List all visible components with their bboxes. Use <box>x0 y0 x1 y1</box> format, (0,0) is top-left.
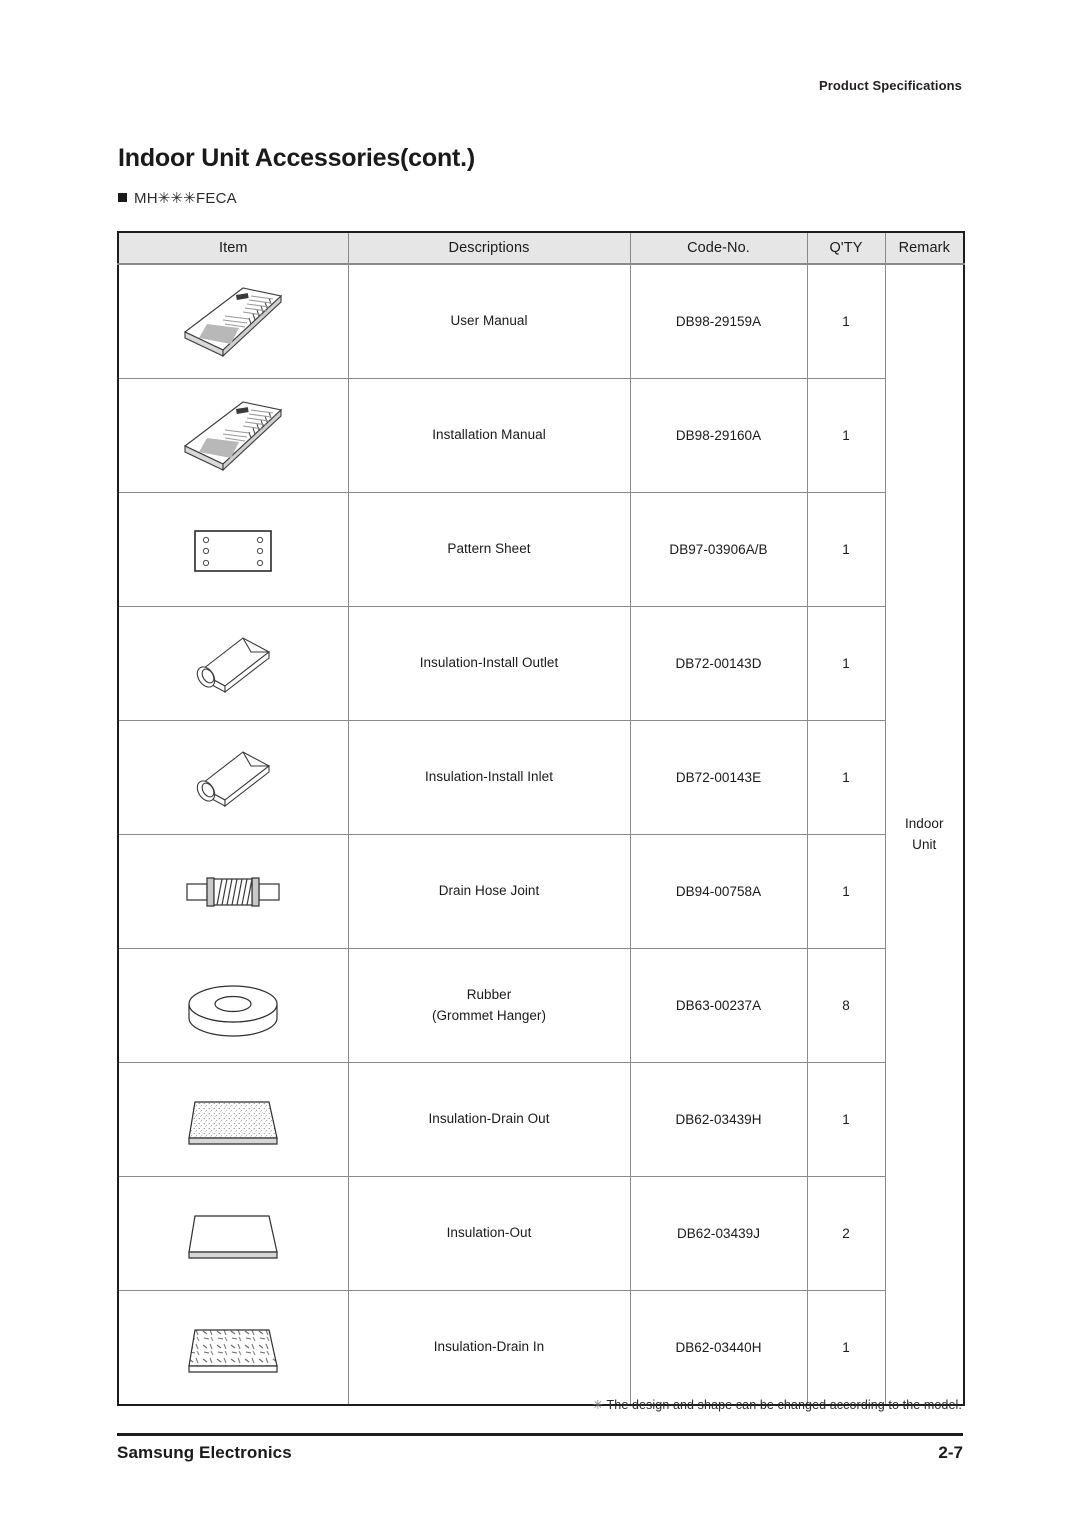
footer-brand: Samsung Electronics <box>117 1443 292 1462</box>
cell-descriptions: Insulation-Drain Out <box>348 1062 631 1177</box>
footnote: ✳ The design and shape can be changed ac… <box>593 1397 962 1412</box>
cell-item <box>118 1290 349 1405</box>
cell-qty: 1 <box>807 834 886 949</box>
cell-item <box>118 378 349 493</box>
insulation-tube-icon <box>119 607 348 720</box>
filled-square-bullet-icon <box>118 193 127 202</box>
footer-page-number: 2-7 <box>938 1443 963 1462</box>
column-header-item: Item <box>118 232 349 265</box>
description-text: Installation Manual <box>432 427 546 443</box>
accessories-table: Item Descriptions Code-No. Q'TY Remark U… <box>117 231 965 1406</box>
table-row: Installation Manual DB98-29160A 1 <box>118 378 964 493</box>
table-row: Insulation-Install Inlet DB72-00143E 1 <box>118 720 964 835</box>
cell-qty: 1 <box>807 1290 886 1405</box>
drain-hose-joint-icon <box>119 835 348 948</box>
cell-item <box>118 492 349 607</box>
cell-qty: 1 <box>807 720 886 835</box>
description-text-line2: (Grommet Hanger) <box>431 1007 547 1023</box>
description-text: Insulation-Install Inlet <box>424 769 554 785</box>
cell-code-no: DB97-03906A/B <box>630 492 808 607</box>
cell-code-no: DB63-00237A <box>630 948 808 1063</box>
remark-line-1: Indoor <box>904 815 944 831</box>
cell-descriptions: Pattern Sheet <box>348 492 631 607</box>
table-row: User Manual DB98-29159A 1 Indoor Unit <box>118 264 964 1406</box>
accessories-table-wrapper: Item Descriptions Code-No. Q'TY Remark U… <box>117 231 965 1406</box>
table-header-row: Item Descriptions Code-No. Q'TY Remark <box>118 232 964 265</box>
table-row: Insulation-Drain In DB62-03440H 1 <box>118 1290 964 1405</box>
cell-descriptions: Insulation-Out <box>348 1176 631 1291</box>
column-header-descriptions: Descriptions <box>348 232 631 265</box>
insulation-tube-icon <box>119 721 348 834</box>
page-footer: Samsung Electronics 2-7 <box>117 1443 963 1463</box>
description-text: Rubber <box>466 986 512 1002</box>
cell-code-no: DB62-03439H <box>630 1062 808 1177</box>
cell-item <box>118 948 349 1063</box>
cell-descriptions: Drain Hose Joint <box>348 834 631 949</box>
column-header-qty: Q'TY <box>807 232 886 265</box>
description-text: Drain Hose Joint <box>438 883 540 899</box>
cell-code-no: DB62-03440H <box>630 1290 808 1405</box>
cell-qty: 1 <box>807 378 886 493</box>
cell-descriptions: User Manual <box>348 264 631 379</box>
running-header: Product Specifications <box>818 78 962 93</box>
remark-line-2: Unit <box>912 836 937 852</box>
description-text: Insulation-Out <box>446 1225 532 1241</box>
page-title: Indoor Unit Accessories(cont.) <box>118 144 476 172</box>
title-block: Indoor Unit Accessories(cont.) MH✳✳✳FECA <box>118 144 978 207</box>
footer-divider <box>117 1433 963 1436</box>
cell-qty: 8 <box>807 948 886 1063</box>
cell-item <box>118 1062 349 1177</box>
column-header-code-no: Code-No. <box>630 232 808 265</box>
description-text: Insulation-Drain In <box>433 1339 545 1355</box>
description-text: Insulation-Drain Out <box>428 1111 550 1127</box>
asterisk-icon: ✳ <box>592 1398 604 1412</box>
cell-item <box>118 720 349 835</box>
table-row: Pattern Sheet DB97-03906A/B 1 <box>118 492 964 607</box>
booklet-manual-icon <box>119 265 348 378</box>
pattern-sheet-icon <box>119 493 348 606</box>
model-line: MH✳✳✳FECA <box>118 189 978 207</box>
cell-descriptions: Insulation-Drain In <box>348 1290 631 1405</box>
rubber-grommet-icon <box>119 949 348 1062</box>
cell-code-no: DB94-00758A <box>630 834 808 949</box>
cell-item <box>118 1176 349 1291</box>
cell-qty: 1 <box>807 264 886 379</box>
column-header-remark: Remark <box>885 232 964 265</box>
cell-descriptions: Rubber (Grommet Hanger) <box>348 948 631 1063</box>
table-row: Rubber (Grommet Hanger) DB63-00237A 8 <box>118 948 964 1063</box>
cell-qty: 2 <box>807 1176 886 1291</box>
cell-item <box>118 834 349 949</box>
cell-qty: 1 <box>807 492 886 607</box>
model-name: MH✳✳✳FECA <box>134 189 237 207</box>
cell-descriptions: Installation Manual <box>348 378 631 493</box>
insulation-pad-coarse-icon <box>119 1291 348 1404</box>
footnote-text: The design and shape can be changed acco… <box>606 1398 962 1412</box>
table-row: Drain Hose Joint DB94-00758A 1 <box>118 834 964 949</box>
cell-remark: Indoor Unit <box>885 264 964 1406</box>
table-row: Insulation-Drain Out DB62-03439H 1 <box>118 1062 964 1177</box>
cell-code-no: DB98-29159A <box>630 264 808 379</box>
booklet-manual-icon <box>119 379 348 492</box>
insulation-pad-fine-icon <box>119 1063 348 1176</box>
cell-descriptions: Insulation-Install Inlet <box>348 720 631 835</box>
cell-code-no: DB98-29160A <box>630 378 808 493</box>
table-row: Insulation-Install Outlet DB72-00143D 1 <box>118 606 964 721</box>
cell-code-no: DB62-03439J <box>630 1176 808 1291</box>
description-text: User Manual <box>450 313 528 329</box>
cell-code-no: DB72-00143E <box>630 720 808 835</box>
table-row: Insulation-Out DB62-03439J 2 <box>118 1176 964 1291</box>
cell-code-no: DB72-00143D <box>630 606 808 721</box>
cell-qty: 1 <box>807 606 886 721</box>
cell-item <box>118 606 349 721</box>
cell-descriptions: Insulation-Install Outlet <box>348 606 631 721</box>
cell-qty: 1 <box>807 1062 886 1177</box>
insulation-pad-plain-icon <box>119 1177 348 1290</box>
cell-item <box>118 264 349 379</box>
description-text: Pattern Sheet <box>447 541 531 557</box>
description-text: Insulation-Install Outlet <box>419 655 559 671</box>
